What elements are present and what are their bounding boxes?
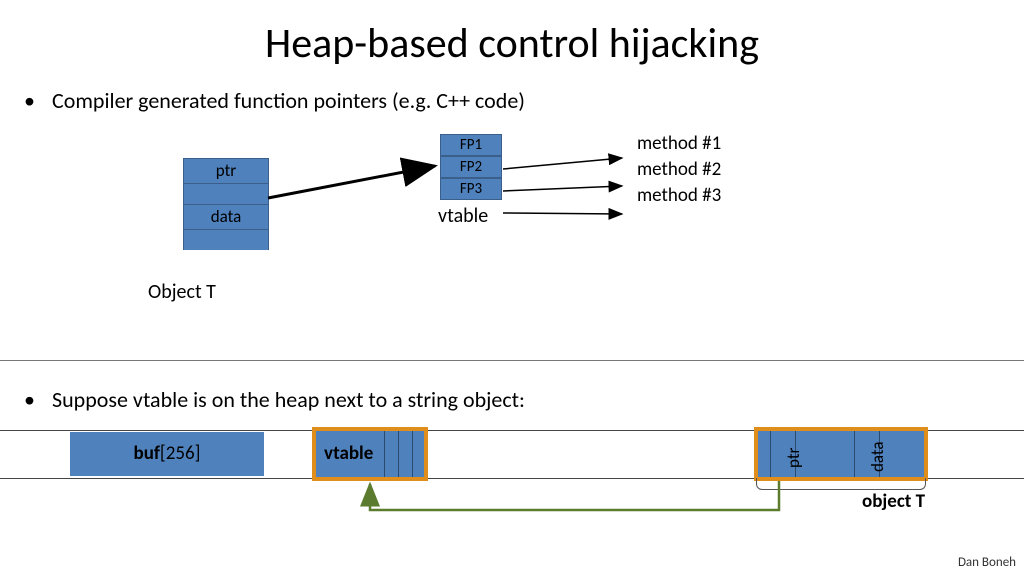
vtable-label: vtable <box>438 204 488 228</box>
heap-object-label: object T <box>862 490 925 513</box>
buf-rest: [256] <box>160 442 201 465</box>
author-credit: Dan Boneh <box>958 555 1016 570</box>
object-brace <box>756 478 926 490</box>
object-data-cell: data <box>183 204 269 230</box>
heap-vtable-label: vtable <box>324 442 373 465</box>
vtable-box: FP1 FP2 FP3 <box>440 134 502 200</box>
bullet-line-2: Suppose vtable is on the heap next to a … <box>0 368 1024 413</box>
heap-object-box <box>754 427 928 481</box>
object-spacer <box>183 184 269 204</box>
object-label: Object T <box>148 280 216 304</box>
horizontal-divider <box>0 360 1024 361</box>
object-box: ptr data <box>183 158 269 250</box>
method-3-label: method #3 <box>637 184 721 207</box>
heap-obj-data-text: data <box>867 441 888 472</box>
vtable-fp1: FP1 <box>440 134 502 156</box>
heap-buf-box: buf[256] <box>70 432 264 476</box>
method-1-label: method #1 <box>637 132 721 155</box>
heap-obj-ptr-text: ptr <box>783 448 804 468</box>
bullet-line-1: Compiler generated function pointers (e.… <box>0 69 1024 114</box>
vtable-fp3: FP3 <box>440 178 502 200</box>
lower-section: Suppose vtable is on the heap next to a … <box>0 368 1024 413</box>
object-spacer-2 <box>183 230 269 250</box>
slide-title: Heap-based control hijacking <box>0 0 1024 69</box>
vtable-fp2: FP2 <box>440 156 502 178</box>
buf-bold: buf <box>134 442 160 465</box>
top-diagram: ptr data Object T FP1 FP2 FP3 vtable met… <box>0 114 1024 314</box>
object-ptr-cell: ptr <box>183 158 269 184</box>
method-2-label: method #2 <box>637 158 721 181</box>
heap-vtable-box: vtable <box>312 427 428 481</box>
